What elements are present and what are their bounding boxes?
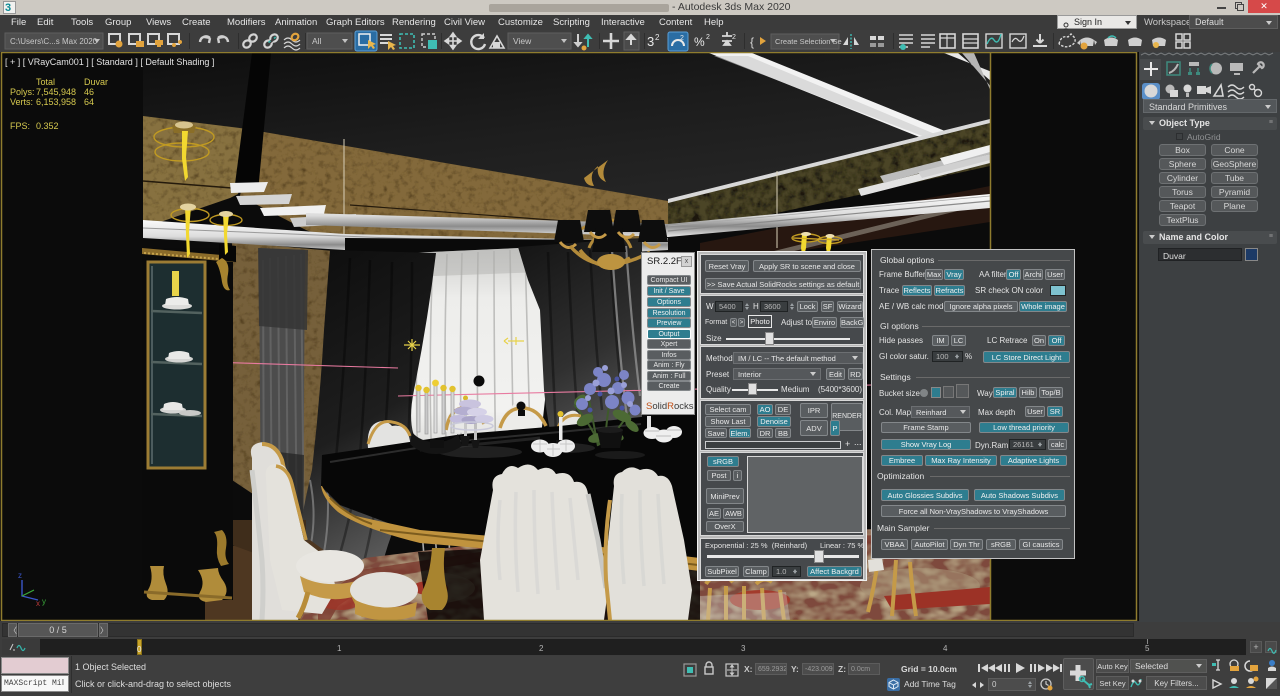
svg-text:y: y <box>42 597 46 606</box>
svg-text:View: View <box>513 36 532 46</box>
svg-text:C:\Users\C...s Max 2020: C:\Users\C...s Max 2020 <box>10 37 98 46</box>
svg-text:2: 2 <box>732 34 736 41</box>
svg-text:x: x <box>36 599 40 608</box>
svg-text:2: 2 <box>706 34 710 41</box>
svg-text:{: { <box>750 35 754 49</box>
svg-text:Create Selection Se: Create Selection Se <box>775 37 842 46</box>
svg-text:3: 3 <box>647 34 654 49</box>
svg-text:2: 2 <box>680 35 684 42</box>
svg-text:%: % <box>694 35 705 49</box>
svg-text:2: 2 <box>655 33 660 42</box>
svg-text:All: All <box>312 36 322 46</box>
svg-text:z: z <box>18 571 22 580</box>
